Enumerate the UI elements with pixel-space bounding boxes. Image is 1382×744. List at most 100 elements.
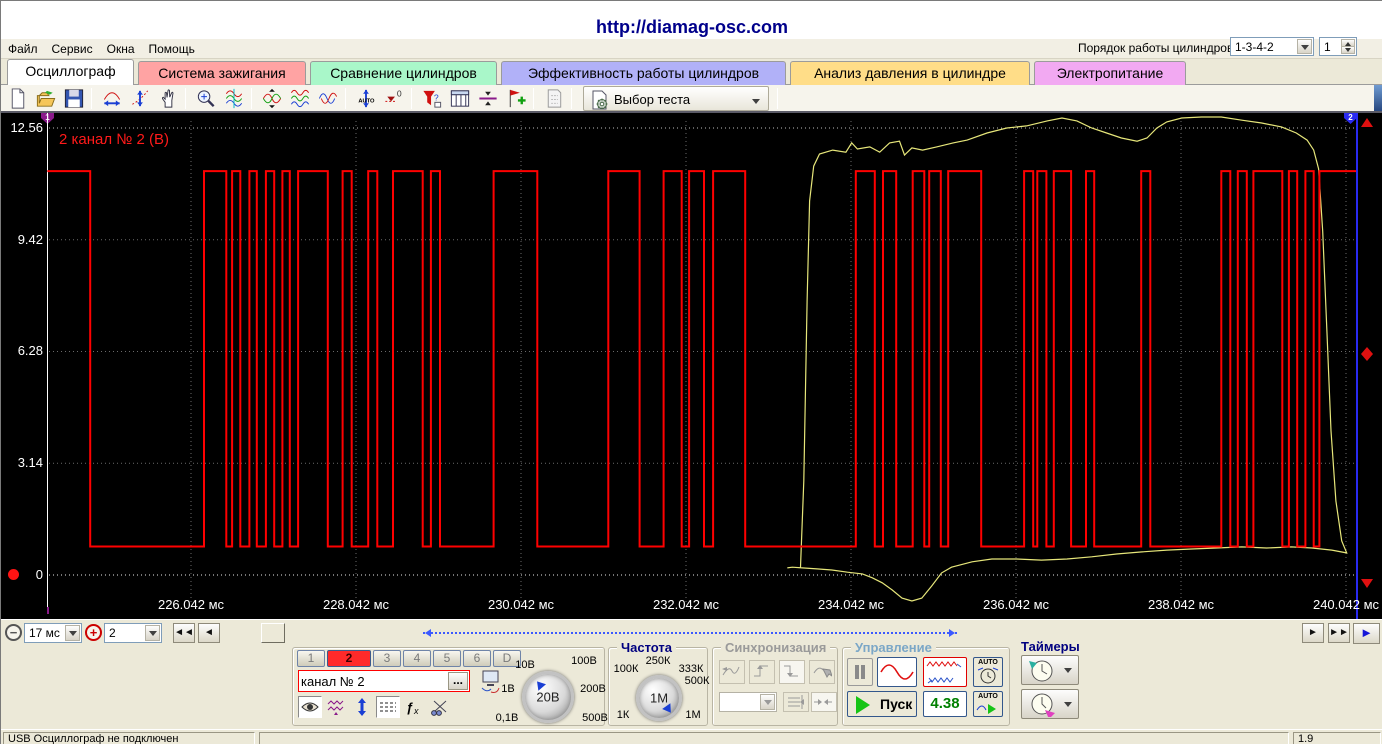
menu-окна[interactable]: Окна xyxy=(107,42,135,56)
two-waves-icon[interactable] xyxy=(315,86,341,111)
channel-button-2[interactable]: 2 xyxy=(327,650,371,667)
go-next-button[interactable]: ► xyxy=(1302,623,1324,643)
zero-level-icon[interactable]: 0 xyxy=(381,86,407,111)
pause-button[interactable] xyxy=(847,658,873,686)
chevron-down-icon[interactable] xyxy=(145,625,160,641)
x-tick-label: 230.042 мс xyxy=(471,597,571,612)
status-message: USB Осциллограф не подключен xyxy=(3,732,255,744)
cylinder-number-value: 1 xyxy=(1324,40,1331,54)
scrollbar-thumb[interactable] xyxy=(261,623,285,643)
tab-6[interactable]: Электропитание xyxy=(1034,61,1186,85)
scissors-icon[interactable] xyxy=(428,696,452,718)
tab-4[interactable]: Эффективность работы цилиндров xyxy=(501,61,786,85)
rising-edge-icon[interactable] xyxy=(749,660,775,684)
frequency-scale-label: 250К xyxy=(646,655,671,667)
multi-waves-icon[interactable] xyxy=(287,86,313,111)
menu-сервис[interactable]: Сервис xyxy=(52,42,93,56)
spin-down-icon[interactable] xyxy=(1341,46,1355,54)
auto-start-button[interactable]: AUTO xyxy=(973,691,1003,717)
filter-icon[interactable]: ? xyxy=(419,86,445,111)
frequency-scale-label: 100К xyxy=(614,663,639,675)
channel-more-button[interactable]: ... xyxy=(448,672,468,690)
channel-button-1[interactable]: 1 xyxy=(297,650,325,667)
channel-button-6[interactable]: 6 xyxy=(463,650,491,667)
cylinder-order-select[interactable]: 1-3-4-2 xyxy=(1230,37,1314,56)
sync-shift-icon[interactable] xyxy=(783,692,809,712)
toolbar: AUTO0? Выбор теста xyxy=(1,85,1382,113)
voltage-scale-label: 100В xyxy=(571,655,597,667)
menu-помощь[interactable]: Помощь xyxy=(149,42,195,56)
frequency-knob[interactable]: 1М xyxy=(636,675,682,721)
auto-measure-button[interactable]: AUTO xyxy=(973,657,1003,687)
play-forward-button[interactable]: ► xyxy=(1353,623,1380,644)
single-wave-mode-button[interactable] xyxy=(877,657,917,687)
menu-файл[interactable]: Файл xyxy=(8,42,38,56)
visible-range-indicator xyxy=(423,632,957,635)
voltage-knob-value: 20В xyxy=(525,690,571,705)
chevron-down-icon xyxy=(752,99,760,108)
horizontal-scale-icon[interactable] xyxy=(99,86,125,111)
burst-wave-mode-button[interactable] xyxy=(923,657,967,687)
chevron-down-icon[interactable] xyxy=(760,694,775,710)
tab-1[interactable]: Осциллограф xyxy=(7,59,134,85)
x-tick-label: 236.042 мс xyxy=(966,597,1066,612)
channel-name-input[interactable] xyxy=(301,672,447,690)
compare-waves-icon[interactable] xyxy=(259,86,285,111)
time-scale-value: 17 мс xyxy=(29,626,60,640)
go-first-button[interactable]: ◄◄ xyxy=(173,623,195,643)
falling-edge-icon[interactable] xyxy=(779,660,805,684)
open-file-icon[interactable] xyxy=(33,86,59,111)
x-tick-label: 238.042 мс xyxy=(1131,597,1231,612)
notes-icon[interactable] xyxy=(541,86,567,111)
version-label: 1.9 xyxy=(1293,732,1381,744)
tab-3[interactable]: Сравнение цилиндров xyxy=(310,61,497,85)
x-tick-label: 228.042 мс xyxy=(306,597,406,612)
cylinder-number-stepper[interactable]: 1 xyxy=(1319,37,1357,56)
formula-icon[interactable]: ƒx xyxy=(402,696,426,718)
flag-add-icon[interactable] xyxy=(503,86,529,111)
time-scale-select[interactable]: 17 мс xyxy=(24,623,82,643)
voltage-knob[interactable]: 20В xyxy=(522,671,574,723)
divider-select[interactable]: 2 xyxy=(104,623,162,643)
channel-button-4[interactable]: 4 xyxy=(403,650,431,667)
auto-level-icon[interactable]: AUTO xyxy=(353,86,379,111)
status-bar: USB Осциллограф не подключен 1.9 xyxy=(1,729,1382,744)
channel-group: 123456D ... ƒx 20В 10В100В1В200В0,1В500В xyxy=(292,647,605,726)
zoom-icon[interactable] xyxy=(193,86,219,111)
smoothing-icon[interactable] xyxy=(324,696,348,718)
chevron-down-icon[interactable] xyxy=(65,625,80,641)
zoom-in-time-icon[interactable]: + xyxy=(85,624,102,641)
timers-title: Таймеры xyxy=(1017,639,1084,654)
fit-vertical-icon[interactable] xyxy=(350,696,374,718)
frequency-knob-value: 1М xyxy=(639,691,679,706)
zoom-out-time-icon[interactable]: − xyxy=(5,624,22,641)
timer-stop-button[interactable] xyxy=(1021,689,1079,719)
tab-2[interactable]: Система зажигания xyxy=(138,61,306,85)
sync-converge-icon[interactable] xyxy=(811,692,837,712)
channel-button-5[interactable]: 5 xyxy=(433,650,461,667)
hand-icon[interactable] xyxy=(155,86,181,111)
tab-5[interactable]: Анализ давления в цилиндре xyxy=(790,61,1030,85)
go-last-button[interactable]: ►► xyxy=(1328,623,1350,643)
display-sync-icon[interactable] xyxy=(479,668,503,694)
timer-start-button[interactable] xyxy=(1021,655,1079,685)
start-button[interactable]: Пуск xyxy=(847,691,917,717)
grid-lines-icon[interactable] xyxy=(376,696,400,718)
split-icon[interactable] xyxy=(475,86,501,111)
frequency-scale-label: 500К xyxy=(685,675,710,687)
new-file-icon[interactable] xyxy=(5,86,31,111)
chevron-down-icon[interactable] xyxy=(1297,39,1312,54)
sync-source-select[interactable] xyxy=(719,692,777,712)
oscilloscope-display[interactable]: 2 канал № 2 (В) 1 2 12.569.426.283.140 2… xyxy=(1,113,1382,619)
go-prev-button[interactable]: ◄ xyxy=(198,623,220,643)
channel-button-3[interactable]: 3 xyxy=(373,650,401,667)
visibility-icon[interactable] xyxy=(298,696,322,718)
vertical-scale-icon[interactable] xyxy=(127,86,153,111)
toolbar-separator xyxy=(533,88,534,109)
signals-icon[interactable] xyxy=(221,86,247,111)
pointer-trigger-icon[interactable] xyxy=(809,660,835,684)
save-icon[interactable] xyxy=(61,86,87,111)
slope-trigger-icon[interactable] xyxy=(719,660,745,684)
table-icon[interactable] xyxy=(447,86,473,111)
test-select-button[interactable]: Выбор теста xyxy=(583,86,769,111)
